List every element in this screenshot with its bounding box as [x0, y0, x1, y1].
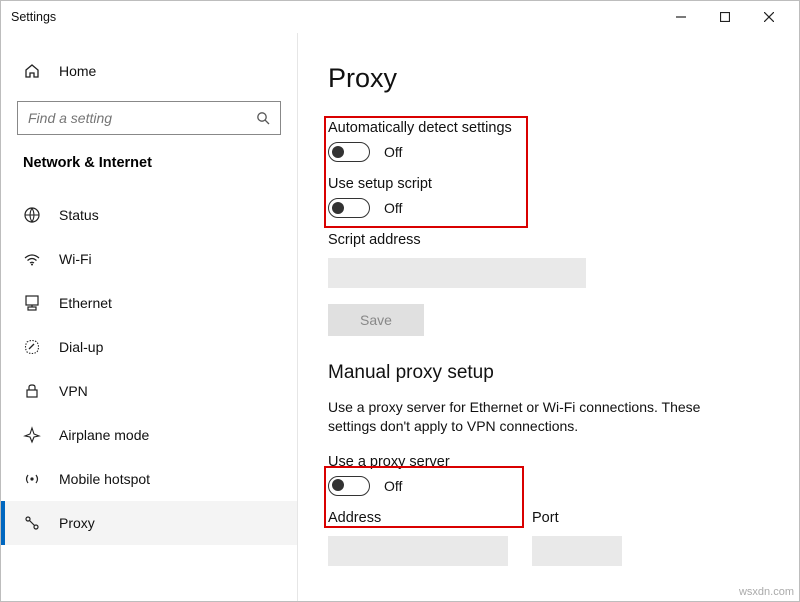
sidebar-item-label: Status — [59, 207, 99, 223]
sidebar-item-status[interactable]: Status — [1, 193, 297, 237]
maximize-button[interactable] — [703, 1, 747, 33]
sidebar-item-label: Proxy — [59, 515, 95, 531]
sidebar-item-label: Mobile hotspot — [59, 471, 150, 487]
script-address-input[interactable] — [328, 258, 586, 288]
sidebar-item-hotspot[interactable]: Mobile hotspot — [1, 457, 297, 501]
hotspot-icon — [23, 470, 41, 488]
use-script-state: Off — [384, 200, 402, 216]
script-address-label: Script address — [328, 232, 769, 248]
use-proxy-toggle-row: Off — [328, 476, 769, 496]
sidebar-item-label: VPN — [59, 383, 88, 399]
content-pane: Proxy Automatically detect settings Off … — [298, 33, 799, 601]
port-input[interactable] — [532, 536, 622, 566]
search-box[interactable] — [17, 101, 281, 135]
manual-section-title: Manual proxy setup — [328, 362, 769, 384]
minimize-icon — [676, 12, 686, 22]
auto-detect-toggle-row: Off — [328, 142, 769, 162]
use-script-label: Use setup script — [328, 176, 769, 192]
home-label: Home — [59, 63, 96, 79]
manual-description: Use a proxy server for Ethernet or Wi-Fi… — [328, 398, 738, 436]
auto-detect-label: Automatically detect settings — [328, 120, 769, 136]
sidebar-item-label: Ethernet — [59, 295, 112, 311]
address-input[interactable] — [328, 536, 508, 566]
page-title: Proxy — [328, 63, 769, 94]
dialup-icon — [23, 338, 41, 356]
use-proxy-label: Use a proxy server — [328, 454, 769, 470]
airplane-icon — [23, 426, 41, 444]
search-icon — [256, 111, 270, 125]
toggle-knob — [332, 146, 344, 158]
category-header: Network & Internet — [1, 151, 297, 185]
sidebar-item-ethernet[interactable]: Ethernet — [1, 281, 297, 325]
address-label: Address — [328, 510, 508, 526]
port-label: Port — [532, 510, 622, 526]
sidebar-item-label: Wi-Fi — [59, 251, 92, 267]
sidebar-item-proxy[interactable]: Proxy — [1, 501, 297, 545]
save-button[interactable]: Save — [328, 304, 424, 336]
titlebar: Settings — [1, 1, 799, 33]
auto-detect-state: Off — [384, 144, 402, 160]
use-script-toggle-row: Off — [328, 198, 769, 218]
status-icon — [23, 206, 41, 224]
use-proxy-state: Off — [384, 478, 402, 494]
sidebar-item-label: Dial-up — [59, 339, 103, 355]
search-input[interactable] — [28, 110, 256, 126]
close-icon — [764, 12, 774, 22]
wifi-icon — [23, 250, 41, 268]
ethernet-icon — [23, 294, 41, 312]
home-icon — [23, 63, 41, 79]
settings-window: Settings Home — [0, 0, 800, 602]
auto-detect-toggle[interactable] — [328, 142, 370, 162]
window-title: Settings — [11, 10, 56, 24]
use-script-toggle[interactable] — [328, 198, 370, 218]
sidebar-item-wifi[interactable]: Wi-Fi — [1, 237, 297, 281]
home-nav[interactable]: Home — [1, 51, 297, 91]
toggle-knob — [332, 202, 344, 214]
sidebar: Home Network & Internet Status — [1, 33, 298, 601]
toggle-knob — [332, 479, 344, 491]
sidebar-item-label: Airplane mode — [59, 427, 149, 443]
use-proxy-toggle[interactable] — [328, 476, 370, 496]
sidebar-item-vpn[interactable]: VPN — [1, 369, 297, 413]
minimize-button[interactable] — [659, 1, 703, 33]
address-port-row: Address Port — [328, 510, 769, 582]
proxy-icon — [23, 514, 41, 532]
sidebar-item-dialup[interactable]: Dial-up — [1, 325, 297, 369]
nav-list: Status Wi-Fi Ethernet — [1, 193, 297, 545]
window-body: Home Network & Internet Status — [1, 33, 799, 601]
vpn-icon — [23, 382, 41, 400]
sidebar-item-airplane[interactable]: Airplane mode — [1, 413, 297, 457]
close-button[interactable] — [747, 1, 791, 33]
maximize-icon — [720, 12, 730, 22]
